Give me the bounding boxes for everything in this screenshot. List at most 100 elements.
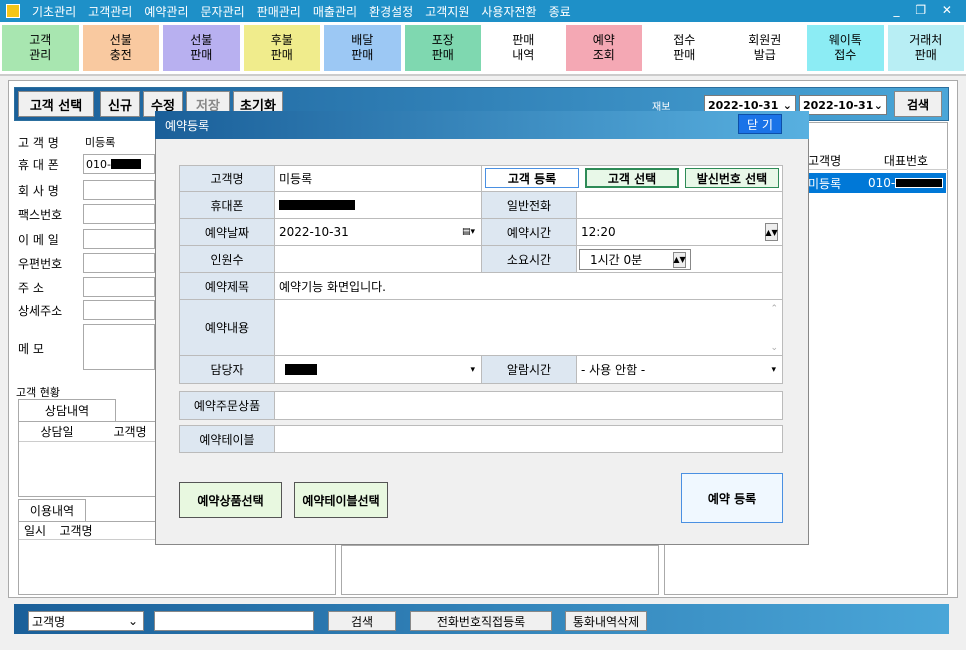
toolbar-button-9[interactable]: 회원권 발급 (726, 25, 803, 71)
menu-support[interactable]: 고객지원 (419, 3, 475, 20)
name-value: 미등록 (85, 136, 116, 149)
fax-label: 팩스번호 (18, 207, 63, 222)
menu-settings[interactable]: 환경설정 (363, 3, 419, 20)
table-select-button[interactable]: 예약테이블선택 (294, 482, 388, 518)
chevron-down-icon: ⌄ (873, 98, 883, 112)
tab-consult[interactable]: 상담내역 (18, 399, 116, 421)
m-staff-label: 담당자 (179, 355, 275, 384)
company-label: 회 사 명 (18, 183, 59, 198)
zip-field[interactable] (83, 253, 155, 273)
toolbar-button-5[interactable]: 포장 판매 (404, 25, 481, 71)
search-type-value: 고객명 (32, 614, 66, 629)
m-duration-label: 소요시간 (481, 245, 577, 273)
caller-number-button[interactable]: 발신번호 선택 (685, 168, 779, 188)
customer-pick-button[interactable]: 고객 선택 (585, 168, 679, 188)
address2-field[interactable] (83, 300, 155, 320)
product-select-button[interactable]: 예약상품선택 (179, 482, 282, 518)
direct-register-button[interactable]: 전화번호직접등록 (410, 611, 552, 631)
m-time-field[interactable]: 12:20 ▲▼ (576, 218, 783, 246)
menu-basic[interactable]: 기초관리 (26, 3, 82, 20)
menu-switch-user[interactable]: 사용자전환 (475, 3, 542, 20)
fax-field[interactable] (83, 204, 155, 224)
phone-label: 휴 대 폰 (18, 157, 59, 172)
chevron-down-icon: ▾ (771, 364, 776, 375)
menu-bar: 기초관리 고객관리 예약관리 문자관리 판매관리 매출관리 환경설정 고객지원 … (0, 0, 966, 22)
calendar-icon[interactable]: ▤▾ (462, 227, 475, 237)
redacted-mask (285, 364, 317, 375)
status-title: 고객 현황 (16, 386, 60, 399)
phone-field[interactable]: 010- (83, 154, 155, 174)
toolbar-button-2[interactable]: 선불 판매 (163, 25, 240, 71)
right-list-row[interactable]: 미등록 010- (808, 173, 946, 193)
window-controls[interactable]: _ ❐ ✕ (894, 3, 958, 17)
toolbar-button-1[interactable]: 선불 충전 (82, 25, 159, 71)
m-phone-field[interactable] (274, 191, 482, 219)
toolbar-button-4[interactable]: 배달 판매 (324, 25, 401, 71)
delete-history-button[interactable]: 통화내역삭제 (565, 611, 647, 631)
toolbar-button-0[interactable]: 고객 관리 (2, 25, 79, 71)
m-subject-field[interactable]: 예약기능 화면입니다. (274, 272, 783, 300)
email-field[interactable] (83, 229, 155, 249)
address-field[interactable] (83, 277, 155, 297)
name-label: 고 객 명 (18, 135, 59, 150)
menu-revenue[interactable]: 매출관리 (307, 3, 363, 20)
address-label: 주 소 (18, 280, 44, 295)
toolbar-button-10[interactable]: 웨이톡 접수 (807, 25, 884, 71)
right-row-name: 미등록 (808, 176, 842, 191)
middle-list (341, 545, 659, 595)
date-to-value: 2022-10-31 (803, 98, 874, 112)
toolbar-button-3[interactable]: 후불 판매 (243, 25, 320, 71)
menu-reservation[interactable]: 예약관리 (138, 3, 194, 20)
customer-register-button[interactable]: 고객 등록 (485, 168, 579, 188)
tab-usage[interactable]: 이용내역 (18, 499, 86, 521)
reservation-submit-button[interactable]: 예약 등록 (681, 473, 783, 523)
chevron-down-icon: ▾ (470, 364, 475, 375)
search-type-select[interactable]: 고객명 ⌄ (28, 611, 144, 631)
bottom-search-input[interactable] (154, 611, 314, 631)
m-order-label: 예약주문상품 (179, 391, 275, 420)
scroll-down-icon[interactable]: ⌄ (770, 343, 778, 353)
redacted-mask (279, 200, 355, 210)
date-to-picker[interactable]: 2022-10-31 ⌄ (799, 95, 887, 115)
menu-exit[interactable]: 종료 (543, 3, 577, 20)
m-table-label: 예약테이블 (179, 425, 275, 453)
new-button[interactable]: 신규 (100, 91, 140, 117)
company-field[interactable] (83, 180, 155, 200)
m-people-label: 인원수 (179, 245, 275, 273)
m-date-value: 2022-10-31 (279, 225, 349, 239)
toolbar-button-11[interactable]: 거래처 판매 (887, 25, 964, 71)
m-people-field[interactable] (274, 245, 482, 273)
m-order-field[interactable] (274, 391, 783, 420)
m-name-label: 고객명 (179, 165, 275, 192)
time-spinner-icon[interactable]: ▲▼ (765, 223, 778, 241)
customer-select-button[interactable]: 고객 선택 (18, 91, 94, 117)
toolbar-button-6[interactable]: 판매 내역 (485, 25, 562, 71)
m-date-label: 예약날짜 (179, 218, 275, 246)
memo-label: 메 모 (18, 341, 44, 356)
consult-col-date: 상담일 (40, 425, 74, 439)
m-alarm-label: 알람시간 (481, 355, 577, 384)
m-content-label: 예약내용 (179, 299, 275, 356)
search-button[interactable]: 검색 (894, 91, 942, 117)
m-time-label: 예약시간 (481, 218, 577, 246)
address2-label: 상세주소 (18, 303, 63, 318)
toolbar-button-7[interactable]: 예약 조회 (565, 25, 642, 71)
m-staff-select[interactable]: ▾ (274, 355, 482, 384)
memo-field[interactable] (83, 324, 155, 370)
close-button[interactable]: 닫 기 (738, 114, 782, 134)
m-alarm-value: - 사용 안함 - (581, 363, 646, 377)
m-tel-field[interactable] (576, 191, 783, 219)
bottom-search-button[interactable]: 검색 (328, 611, 396, 631)
scroll-up-icon[interactable]: ⌃ (770, 304, 778, 314)
menu-customer[interactable]: 고객관리 (82, 3, 138, 20)
m-alarm-select[interactable]: - 사용 안함 - ▾ (576, 355, 783, 384)
m-date-picker[interactable]: 2022-10-31 ▤▾ (274, 218, 482, 246)
toolbar-button-8[interactable]: 접수 판매 (646, 25, 723, 71)
menu-sales[interactable]: 판매관리 (251, 3, 307, 20)
duration-spinner-icon[interactable]: ▲▼ (673, 251, 686, 268)
m-content-field[interactable]: ⌃ ⌄ (274, 299, 783, 356)
menu-sms[interactable]: 문자관리 (195, 3, 251, 20)
m-duration-field[interactable]: 1시간 0분 ▲▼ (579, 249, 691, 270)
m-table-field[interactable] (274, 425, 783, 453)
right-row-phone: 010- (868, 176, 896, 190)
